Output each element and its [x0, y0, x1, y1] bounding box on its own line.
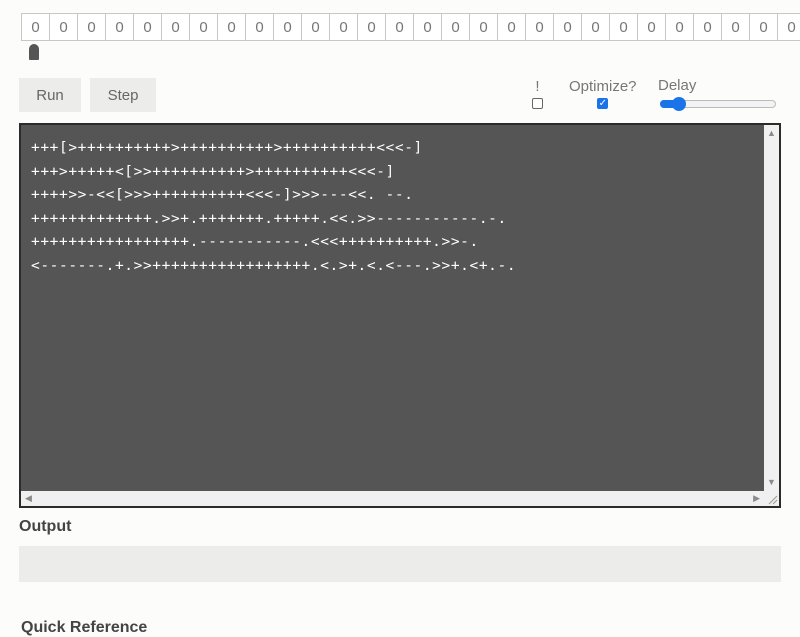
tape-cell: 0 [469, 13, 498, 41]
code-line[interactable]: ++++>>-<<[>>>++++++++++<<<-]>>>---<<. --… [31, 184, 516, 208]
delay-label: Delay [658, 77, 697, 94]
slider-thumb[interactable] [672, 97, 686, 111]
scroll-right-icon[interactable]: ▶ [753, 494, 760, 503]
tape-cell: 0 [553, 13, 582, 41]
tape-cell: 0 [581, 13, 610, 41]
tape-cell: 0 [721, 13, 750, 41]
code-line[interactable]: +++++++++++++.>>+.+++++++.+++++.<<.>>---… [31, 208, 516, 232]
bang-checkbox[interactable] [532, 98, 543, 109]
tape-cell: 0 [217, 13, 246, 41]
code-text[interactable]: +++[>++++++++++>++++++++++>++++++++++<<<… [31, 137, 516, 278]
tape-cell: 0 [497, 13, 526, 41]
step-button[interactable]: Step [90, 78, 156, 112]
tape-cell: 0 [665, 13, 694, 41]
resize-handle-icon[interactable] [764, 491, 779, 506]
horizontal-scrollbar[interactable]: ◀ ▶ [21, 491, 764, 506]
bang-option: ! [532, 78, 543, 109]
resize-grip-icon [768, 495, 778, 505]
output-heading: Output [19, 518, 72, 535]
optimize-checkbox[interactable]: ✓ [597, 98, 609, 109]
bang-label: ! [535, 78, 540, 95]
tape-cell: 0 [133, 13, 162, 41]
code-line[interactable]: +++>+++++<[>>++++++++++>++++++++++<<<-] [31, 161, 516, 185]
tape-cell: 0 [21, 13, 50, 41]
optimize-label: Optimize? [569, 78, 637, 95]
tape-cell: 0 [329, 13, 358, 41]
tape-cell: 0 [413, 13, 442, 41]
tape-cell: 0 [693, 13, 722, 41]
quick-reference-heading: Quick Reference [21, 619, 148, 636]
delay-slider[interactable] [660, 97, 776, 111]
code-line[interactable]: <-------.+.>>+++++++++++++++++.<.>+.<.<-… [31, 255, 516, 279]
vertical-scrollbar[interactable]: ▲ ▼ [764, 125, 779, 491]
tape-cell: 0 [105, 13, 134, 41]
scroll-down-icon[interactable]: ▼ [767, 478, 776, 487]
tape-pointer [29, 44, 39, 60]
memory-tape: 0000000000000000000000000000 [21, 13, 800, 41]
tape-cell: 0 [189, 13, 218, 41]
tape-cell: 0 [301, 13, 330, 41]
code-line[interactable]: +++[>++++++++++>++++++++++>++++++++++<<<… [31, 137, 516, 161]
tape-cell: 0 [273, 13, 302, 41]
tape-cell: 0 [609, 13, 638, 41]
tape-cell: 0 [637, 13, 666, 41]
tape-cell: 0 [777, 13, 800, 41]
tape-cell: 0 [357, 13, 386, 41]
tape-cell: 0 [749, 13, 778, 41]
optimize-option: Optimize? ✓ [569, 78, 637, 109]
tape-cell: 0 [49, 13, 78, 41]
run-button[interactable]: Run [19, 78, 81, 112]
output-box [19, 546, 781, 582]
tape-cell: 0 [385, 13, 414, 41]
tape-cell: 0 [525, 13, 554, 41]
scroll-up-icon[interactable]: ▲ [767, 129, 776, 138]
code-line[interactable]: +++++++++++++++++.-----------.<<<+++++++… [31, 231, 516, 255]
code-editor[interactable]: +++[>++++++++++>++++++++++>++++++++++<<<… [19, 123, 781, 508]
tape-cell: 0 [161, 13, 190, 41]
tape-cell: 0 [441, 13, 470, 41]
tape-cell: 0 [245, 13, 274, 41]
scroll-left-icon[interactable]: ◀ [25, 494, 32, 503]
tape-cell: 0 [77, 13, 106, 41]
